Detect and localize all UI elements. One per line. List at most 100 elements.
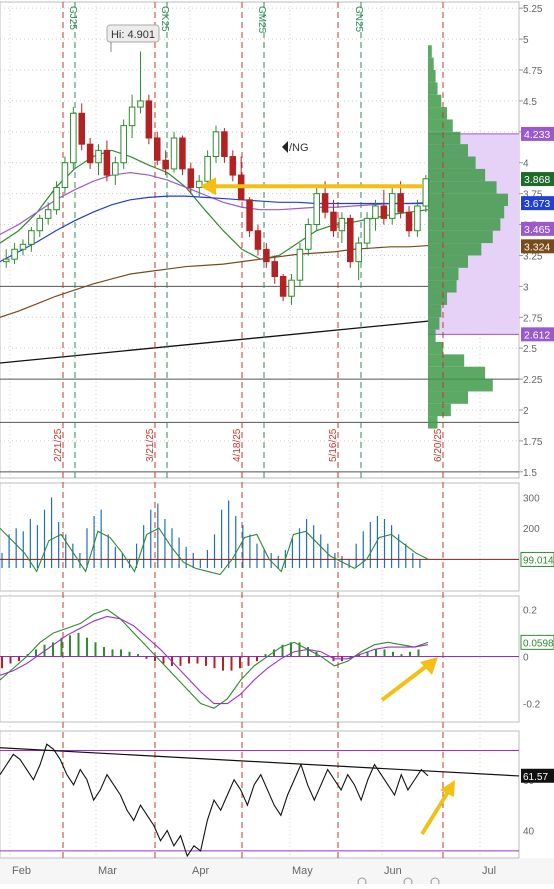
candle-body[interactable] (145, 100, 153, 139)
volume-profile-bar (428, 230, 493, 244)
volume-tick-label: 200 (523, 524, 540, 535)
x-tick-label: Mar (98, 865, 117, 877)
candle-body[interactable] (128, 106, 136, 127)
x-axis-strip (0, 858, 554, 884)
candle-body[interactable] (380, 205, 388, 219)
candle-body[interactable] (221, 131, 228, 158)
volume-profile-bar (428, 181, 497, 194)
candle-body[interactable] (95, 149, 102, 164)
arrow-up-right-icon (420, 657, 438, 675)
candle-body[interactable] (296, 248, 304, 281)
rsi-trendline (0, 747, 520, 777)
candle-body[interactable] (179, 137, 186, 170)
price-label-text: 4.233 (524, 129, 550, 141)
rsi-value-text: 61.57 (523, 772, 548, 783)
candle-body[interactable] (279, 275, 287, 297)
candle-body[interactable] (347, 217, 354, 263)
candle-body[interactable] (137, 100, 144, 108)
expiry-marker-label: 4/18/25 (232, 428, 243, 462)
roll-marker-label: GM25 (256, 6, 267, 34)
candle-body[interactable] (153, 137, 161, 161)
candle-body[interactable] (212, 131, 220, 158)
rsi-line (0, 743, 429, 858)
volume-profile-bar (428, 193, 508, 206)
macd-tick-label: 0.2 (523, 605, 537, 616)
volume-profile-bar (428, 403, 451, 417)
expiry-marker-label: 6/20/25 (433, 428, 444, 462)
candle-body[interactable] (330, 211, 337, 232)
roll-marker-label: GK25 (159, 6, 170, 32)
candle-body[interactable] (36, 217, 44, 232)
candle-body[interactable] (263, 248, 270, 263)
volume-tick-label: 300 (523, 493, 540, 504)
y-tick-label: 1.75 (523, 437, 543, 448)
candle-body[interactable] (28, 230, 35, 245)
candle-body[interactable] (44, 209, 52, 219)
panel-frame-1 (0, 482, 520, 592)
overlays (200, 177, 423, 196)
macd-tick-label: -0.2 (523, 700, 541, 711)
volume-profile-bar (428, 131, 461, 145)
price-label-text: 3.868 (524, 174, 550, 186)
candle-body[interactable] (187, 168, 195, 188)
candle-body[interactable] (86, 143, 94, 164)
x-tick-label: Apr (192, 865, 209, 877)
vertical-markers: GJ25 GK25 GM25 GN25 2/21/25 3/21/25 4/18/25 5/1… (53, 2, 444, 858)
volume-profile-bar (428, 119, 453, 132)
candle-body[interactable] (78, 112, 85, 145)
y-tick-label: 2 (523, 406, 529, 417)
candle-body[interactable] (372, 205, 379, 219)
candle-body[interactable] (414, 205, 421, 232)
candle-body[interactable] (11, 248, 18, 260)
candle-body[interactable] (363, 217, 371, 244)
y-tick-label: 2.75 (523, 313, 543, 324)
candle-body[interactable] (229, 156, 237, 176)
volume-profile-bar (428, 82, 438, 95)
candle-body[interactable] (313, 193, 320, 226)
candle-body[interactable] (405, 211, 413, 232)
x-tick-label: May (292, 865, 313, 877)
candle-body[interactable] (162, 159, 169, 170)
candle-body[interactable] (112, 162, 119, 176)
price-label-text: 3.465 (524, 224, 550, 236)
candle-body[interactable] (53, 186, 60, 211)
candle-body[interactable] (388, 193, 396, 219)
macd-arrow-shaft (380, 663, 430, 702)
expiry-marker-label: 5/16/25 (328, 428, 339, 462)
x-tick-label: Feb (12, 865, 31, 877)
moving-average-brown (0, 244, 429, 318)
chart-window: GJ25 GK25 GM25 GN25 2/21/25 3/21/25 4/18/25 5/1… (0, 0, 554, 887)
candle-body[interactable] (103, 149, 111, 176)
volume-value-text: 99.014 (523, 555, 554, 566)
roll-marker-label: GN25 (353, 6, 364, 33)
y-tick-label: 2.5 (523, 344, 537, 355)
candle-body[interactable] (120, 125, 127, 164)
candle-body[interactable] (246, 199, 253, 232)
expiry-marker-label: 2/21/25 (53, 428, 64, 462)
y-tick-label: 4.75 (523, 66, 543, 77)
x-tick-label: Jun (384, 865, 402, 877)
candle-body[interactable] (70, 112, 77, 164)
y-tick-label: 4 (523, 159, 529, 170)
candle-body[interactable] (271, 261, 279, 277)
candle-body[interactable] (254, 230, 262, 250)
candle-body[interactable] (321, 193, 329, 213)
candle-body[interactable] (397, 193, 404, 213)
candle-body[interactable] (288, 279, 295, 297)
volume-profile-bar (428, 304, 442, 318)
volume-profile-bar (428, 292, 448, 305)
candle-body[interactable] (19, 243, 27, 250)
high-annotation-text: Hi: 4.901 (111, 29, 155, 41)
candle-body[interactable] (2, 258, 10, 263)
candle-body[interactable] (61, 162, 69, 188)
candle-body[interactable] (338, 217, 346, 232)
high-annotation: Hi: 4.901 (106, 24, 160, 52)
price-label-text: 3.324 (524, 241, 550, 253)
candle-body[interactable] (305, 224, 312, 250)
candle-body[interactable] (204, 156, 211, 182)
volume-profile-bar (428, 107, 448, 120)
candle-body[interactable] (355, 242, 362, 263)
chart-svg[interactable]: GJ25 GK25 GM25 GN25 2/21/25 3/21/25 4/18/25 5/1… (0, 0, 554, 887)
candle-body[interactable] (170, 137, 178, 170)
candle-body[interactable] (422, 178, 430, 207)
